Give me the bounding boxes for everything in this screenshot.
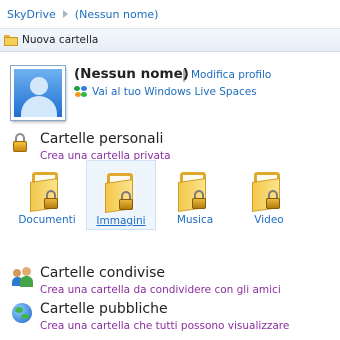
locked-folder-icon <box>30 172 62 212</box>
avatar[interactable] <box>11 66 65 120</box>
locked-folder-icon <box>178 172 210 212</box>
folder-label: Video <box>254 214 284 226</box>
folder-musica[interactable]: Musica <box>160 160 230 230</box>
create-public-folder-link[interactable]: Crea una cartella che tutti possono visu… <box>40 320 289 332</box>
folder-video[interactable]: Video <box>234 160 304 230</box>
people-icon <box>12 267 34 289</box>
spaces-link[interactable]: Vai al tuo Windows Live Spaces <box>74 86 257 98</box>
profile-name: (Nessun nome) <box>74 66 189 82</box>
edit-profile-link[interactable]: Modifica profilo <box>191 69 271 81</box>
lock-icon <box>12 133 34 155</box>
breadcrumb-chevron-icon <box>62 10 68 18</box>
globe-icon <box>12 303 34 325</box>
folder-immagini[interactable]: Immagini <box>86 160 156 230</box>
shared-folders-title: Cartelle condivise <box>40 265 166 281</box>
breadcrumb-current: (Nessun nome) <box>74 7 159 21</box>
create-shared-folder-link[interactable]: Crea una cartella da condividere con gli… <box>40 284 281 296</box>
folder-label: Documenti <box>18 214 76 226</box>
new-folder-button[interactable]: Nuova cartella <box>4 34 98 46</box>
breadcrumb-skydrive-link[interactable]: SkyDrive <box>7 8 56 21</box>
folder-label: Immagini <box>96 215 146 227</box>
spaces-link-label: Vai al tuo Windows Live Spaces <box>92 86 257 98</box>
shared-folders-section: Cartelle condivise Crea una cartella da … <box>12 265 332 301</box>
locked-folder-icon <box>105 173 137 213</box>
windows-live-butterfly-icon <box>74 86 88 98</box>
breadcrumb: SkyDrive (Nessun nome) <box>0 0 340 29</box>
locked-folder-icon <box>252 172 284 212</box>
new-folder-label: Nuova cartella <box>22 34 99 46</box>
public-folders-section: Cartelle pubbliche Crea una cartella che… <box>12 301 332 337</box>
toolbar: Nuova cartella <box>0 29 340 52</box>
folder-label: Musica <box>176 214 214 226</box>
profile-separator: | <box>182 68 187 82</box>
folder-icon <box>4 34 18 46</box>
public-folders-title: Cartelle pubbliche <box>40 301 168 317</box>
folder-documenti[interactable]: Documenti <box>12 160 82 230</box>
personal-folders-title: Cartelle personali <box>40 131 164 147</box>
